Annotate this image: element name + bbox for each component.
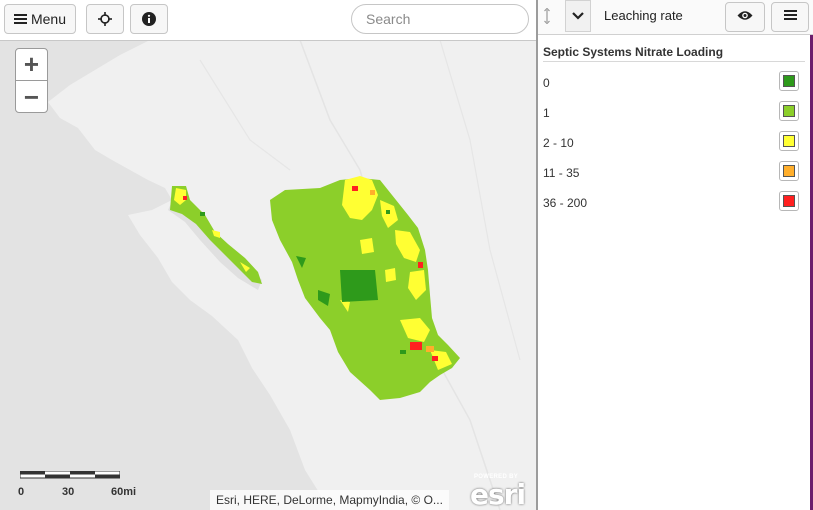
menu-label: Menu bbox=[30, 11, 67, 27]
map-view[interactable]: Menu + − 0 30 60mi Esri bbox=[0, 0, 536, 510]
swatch-fill bbox=[783, 195, 795, 207]
swatch-fill bbox=[783, 135, 795, 147]
swatch-fill bbox=[783, 165, 795, 177]
scale-bar: 0 30 60mi bbox=[18, 466, 140, 498]
layer-menu-button[interactable] bbox=[771, 2, 809, 32]
info-button[interactable] bbox=[130, 4, 168, 34]
legend-label: 2 - 10 bbox=[543, 136, 574, 150]
crosshair-icon bbox=[98, 12, 112, 26]
legend-label: 11 - 35 bbox=[543, 166, 580, 180]
legend-title: Septic Systems Nitrate Loading bbox=[543, 45, 724, 59]
scale-label-60: 60mi bbox=[111, 486, 137, 498]
layer-panel: Leaching rate Septic Systems Nitrate Loa… bbox=[536, 0, 813, 510]
hamburger-icon bbox=[13, 13, 27, 25]
scale-label-0: 0 bbox=[18, 486, 25, 498]
legend-label: 1 bbox=[543, 106, 550, 120]
search-input[interactable] bbox=[351, 4, 529, 34]
zoom-out-button[interactable]: − bbox=[16, 80, 47, 112]
eye-icon bbox=[737, 8, 753, 26]
legend-item: 36 - 200 bbox=[543, 191, 803, 213]
zoom-control: + − bbox=[15, 48, 48, 113]
chevron-down-icon bbox=[572, 7, 584, 25]
legend-swatch bbox=[779, 71, 799, 91]
legend-label: 36 - 200 bbox=[543, 196, 588, 210]
swatch-fill bbox=[783, 75, 795, 87]
scale-bar-graphic bbox=[19, 470, 121, 479]
legend-swatch bbox=[779, 131, 799, 151]
esri-logo[interactable]: POWERED BY esri bbox=[470, 474, 528, 510]
hamburger-icon bbox=[783, 8, 797, 26]
legend-divider bbox=[543, 61, 805, 62]
layer-expand-button[interactable] bbox=[565, 0, 591, 32]
legend-item: 2 - 10 bbox=[543, 131, 803, 153]
legend-swatch bbox=[779, 161, 799, 181]
esri-brand: esri bbox=[470, 478, 526, 510]
scale-label-30: 30 bbox=[62, 486, 75, 498]
info-icon bbox=[142, 12, 156, 26]
zoom-in-button[interactable]: + bbox=[16, 49, 47, 80]
map-toolbar: Menu bbox=[0, 0, 536, 41]
legend-item: 11 - 35 bbox=[543, 161, 803, 183]
locate-button[interactable] bbox=[86, 4, 124, 34]
swatch-fill bbox=[783, 105, 795, 117]
legend-swatch bbox=[779, 101, 799, 121]
layer-visibility-button[interactable] bbox=[725, 2, 765, 32]
layer-header: Leaching rate bbox=[538, 0, 813, 35]
legend-swatch bbox=[779, 191, 799, 211]
drag-handle-icon[interactable] bbox=[544, 7, 550, 27]
legend-label: 0 bbox=[543, 76, 550, 90]
legend-item: 0 bbox=[543, 71, 803, 93]
menu-button[interactable]: Menu bbox=[4, 4, 76, 34]
map-attribution[interactable]: Esri, HERE, DeLorme, MapmyIndia, © O... bbox=[210, 490, 449, 510]
layer-name: Leaching rate bbox=[604, 8, 683, 23]
legend-item: 1 bbox=[543, 101, 803, 123]
basemap bbox=[0, 0, 536, 510]
